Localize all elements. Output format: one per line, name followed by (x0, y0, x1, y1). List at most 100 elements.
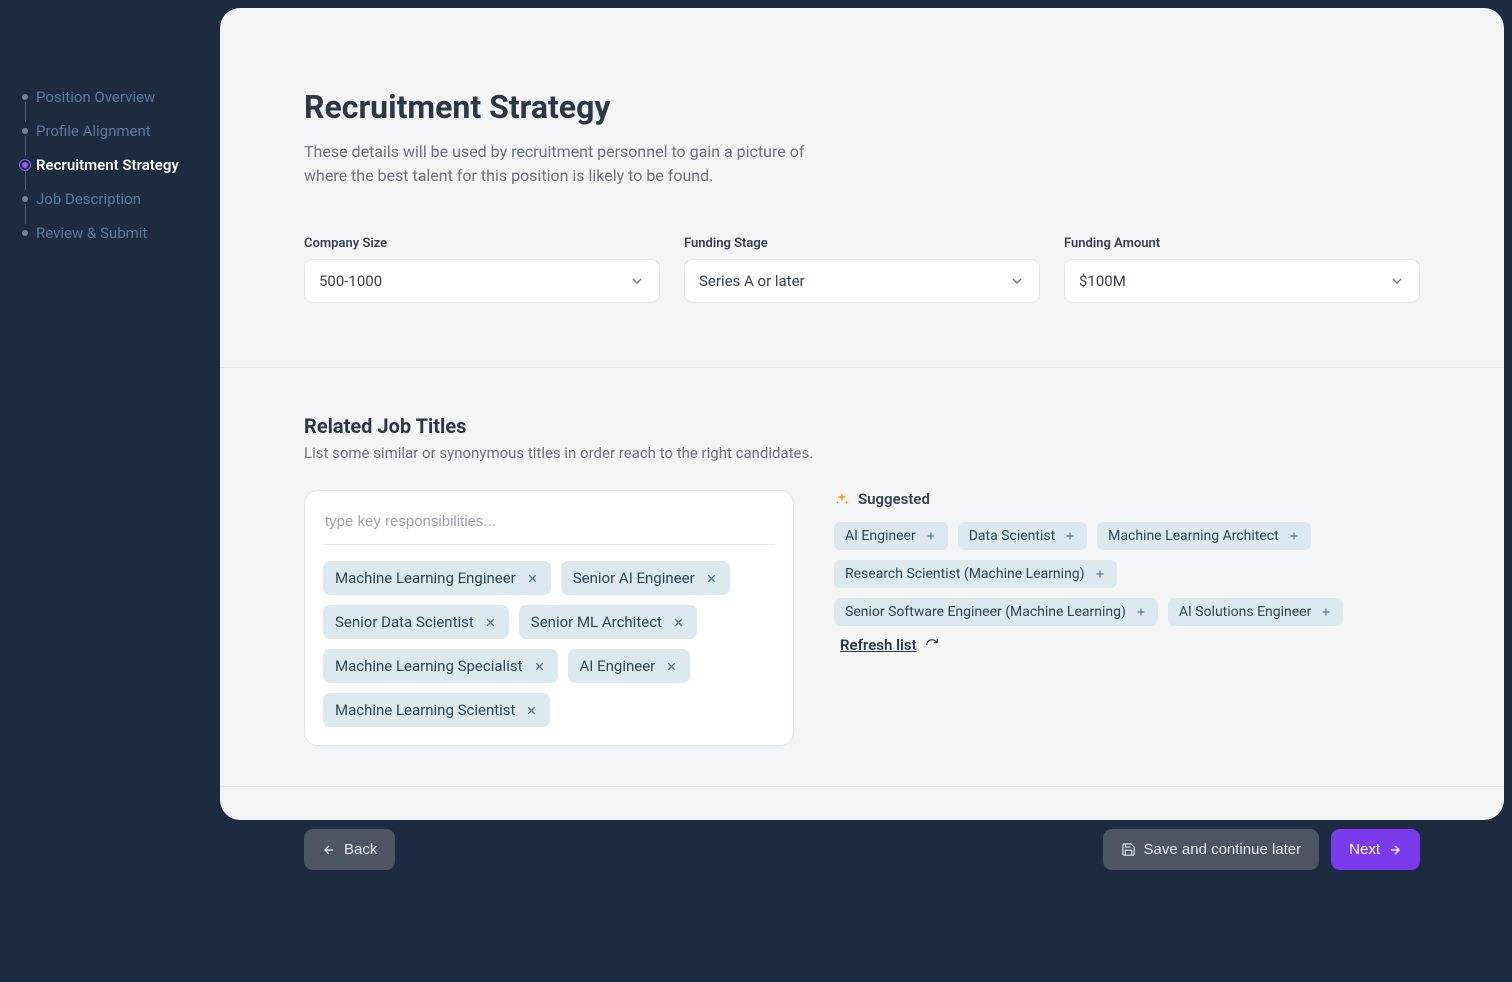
suggest-chip[interactable]: AI Solutions Engineer (1168, 598, 1344, 626)
step-label: Recruitment Strategy (36, 156, 179, 174)
back-label: Back (344, 841, 377, 858)
page-subtitle: These details will be used by recruitmen… (304, 140, 824, 188)
tag-label: Senior Data Scientist (335, 613, 474, 631)
close-icon (665, 660, 678, 673)
footer-actions: Save and continue later Next (1103, 829, 1420, 870)
tag-remove-button[interactable] (533, 660, 546, 673)
tag-remove-button[interactable] (526, 572, 539, 585)
step-position-overview[interactable]: Position Overview (24, 80, 220, 114)
suggest-label: Research Scientist (Machine Learning) (845, 566, 1085, 582)
step-label: Job Description (36, 190, 141, 208)
tag-remove-button[interactable] (705, 572, 718, 585)
suggest-label: Machine Learning Architect (1108, 528, 1279, 544)
suggest-label: Senior Software Engineer (Machine Learni… (845, 604, 1126, 620)
plus-icon (1135, 606, 1147, 618)
next-button[interactable]: Next (1331, 829, 1420, 870)
tag-chip: Machine Learning Specialist (323, 649, 558, 683)
next-label: Next (1349, 841, 1380, 858)
tag-chip: Machine Learning Engineer (323, 561, 551, 595)
tag-chip: AI Engineer (568, 649, 691, 683)
plus-icon (1320, 606, 1332, 618)
related-titles-subtitle: List some similar or synonymous titles i… (304, 444, 1420, 462)
suggest-chip[interactable]: Senior Software Engineer (Machine Learni… (834, 598, 1158, 626)
job-titles-area: Machine Learning Engineer Senior AI Engi… (304, 490, 1420, 746)
close-icon (533, 660, 546, 673)
funding-stage-value: Series A or later (699, 272, 805, 290)
step-label: Profile Alignment (36, 122, 151, 140)
tag-chip: Machine Learning Scientist (323, 693, 550, 727)
arrow-right-icon (1388, 843, 1402, 857)
tag-remove-button[interactable] (672, 616, 685, 629)
suggest-chip[interactable]: Research Scientist (Machine Learning) (834, 560, 1117, 588)
close-icon (525, 704, 538, 717)
funding-stage-label: Funding Stage (684, 236, 1040, 251)
tag-input-box: Machine Learning Engineer Senior AI Engi… (304, 490, 794, 746)
refresh-list-link[interactable]: Refresh list (840, 636, 939, 654)
divider (220, 367, 1504, 368)
tag-label: Machine Learning Specialist (335, 657, 523, 675)
save-label: Save and continue later (1144, 841, 1302, 858)
footer-bar: Back Save and continue later Next (304, 829, 1420, 870)
suggest-chip[interactable]: Machine Learning Architect (1097, 522, 1311, 550)
funding-amount-value: $100M (1079, 272, 1126, 290)
close-icon (672, 616, 685, 629)
suggest-label: Data Scientist (969, 528, 1055, 544)
suggested-tags: AI Engineer Data Scientist Machine Learn… (834, 522, 1420, 654)
close-icon (484, 616, 497, 629)
step-list: Position Overview Profile Alignment Recr… (24, 80, 220, 250)
chevron-down-icon (629, 273, 645, 289)
suggest-label: AI Engineer (845, 528, 916, 544)
save-continue-button[interactable]: Save and continue later (1103, 829, 1320, 870)
tag-label: Senior AI Engineer (573, 569, 695, 587)
suggest-chip[interactable]: Data Scientist (958, 522, 1087, 550)
close-icon (526, 572, 539, 585)
tag-remove-button[interactable] (484, 616, 497, 629)
suggested-header: Suggested (834, 490, 1420, 508)
plus-icon (1094, 568, 1106, 580)
suggest-chip[interactable]: AI Engineer (834, 522, 948, 550)
tag-chip: Senior ML Architect (519, 605, 697, 639)
plus-icon (1288, 530, 1300, 542)
suggested-column: Suggested AI Engineer Data Scientist Mac… (834, 490, 1420, 654)
tag-remove-button[interactable] (525, 704, 538, 717)
step-profile-alignment[interactable]: Profile Alignment (24, 114, 220, 148)
page-title: Recruitment Strategy (304, 88, 1420, 126)
related-titles-heading: Related Job Titles (304, 414, 1420, 438)
refresh-label: Refresh list (840, 636, 917, 654)
sparkle-icon (834, 491, 850, 507)
tag-label: Senior ML Architect (531, 613, 662, 631)
chevron-down-icon (1009, 273, 1025, 289)
step-label: Review & Submit (36, 224, 147, 242)
funding-amount-label: Funding Amount (1064, 236, 1420, 251)
main-panel: Recruitment Strategy These details will … (220, 8, 1504, 820)
chevron-down-icon (1389, 273, 1405, 289)
responsibilities-input[interactable] (323, 509, 775, 545)
step-label: Position Overview (36, 88, 155, 106)
step-review-submit[interactable]: Review & Submit (24, 216, 220, 250)
tag-remove-button[interactable] (665, 660, 678, 673)
close-icon (705, 572, 718, 585)
funding-amount-group: Funding Amount $100M (1064, 236, 1420, 303)
plus-icon (1064, 530, 1076, 542)
tag-chip: Senior AI Engineer (561, 561, 730, 595)
company-size-value: 500-1000 (319, 272, 382, 290)
company-size-select[interactable]: 500-1000 (304, 259, 660, 303)
tag-label: Machine Learning Scientist (335, 701, 515, 719)
tag-chip: Senior Data Scientist (323, 605, 509, 639)
sidebar-nav: Position Overview Profile Alignment Recr… (0, 0, 220, 250)
funding-stage-select[interactable]: Series A or later (684, 259, 1040, 303)
dropdown-row: Company Size 500-1000 Funding Stage Seri… (304, 236, 1420, 303)
step-recruitment-strategy[interactable]: Recruitment Strategy (24, 148, 220, 182)
refresh-icon (925, 638, 939, 652)
selected-tags: Machine Learning Engineer Senior AI Engi… (323, 561, 775, 727)
funding-stage-group: Funding Stage Series A or later (684, 236, 1040, 303)
company-size-group: Company Size 500-1000 (304, 236, 660, 303)
suggested-label: Suggested (858, 490, 930, 508)
back-button[interactable]: Back (304, 829, 395, 870)
company-size-label: Company Size (304, 236, 660, 251)
arrow-left-icon (322, 843, 336, 857)
step-job-description[interactable]: Job Description (24, 182, 220, 216)
tag-label: AI Engineer (580, 657, 656, 675)
funding-amount-select[interactable]: $100M (1064, 259, 1420, 303)
tag-label: Machine Learning Engineer (335, 569, 516, 587)
